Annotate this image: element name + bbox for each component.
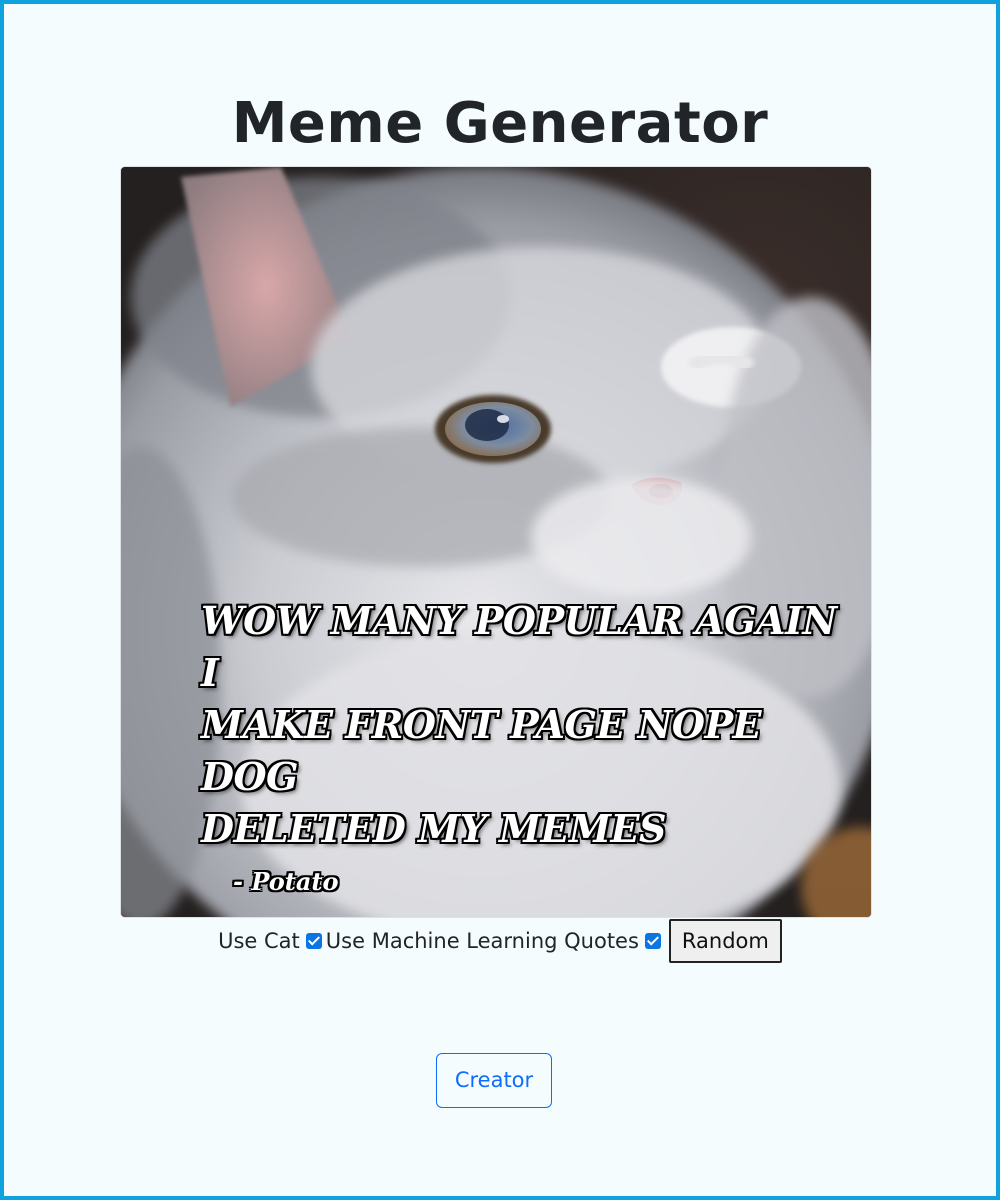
random-button[interactable]: Random: [668, 919, 782, 963]
use-cat-checkbox[interactable]: [305, 933, 322, 949]
use-ml-quotes-checkbox[interactable]: [644, 933, 661, 949]
quote-line-3: DELETED MY MEMES: [201, 806, 666, 851]
meme-controls: Use Cat Use Machine Learning Quotes Random: [4, 918, 996, 964]
meme-quote: WOW MANY POPULAR AGAIN I MAKE FRONT PAGE…: [201, 595, 841, 896]
use-cat-label: Use Cat: [218, 929, 300, 953]
quote-line-2: MAKE FRONT PAGE NOPE DOG: [201, 702, 761, 799]
creator-button[interactable]: Creator: [436, 1053, 552, 1108]
page-title: Meme Generator: [231, 91, 769, 156]
quote-line-1: WOW MANY POPULAR AGAIN I: [201, 598, 837, 695]
meme-image: WOW MANY POPULAR AGAIN I MAKE FRONT PAGE…: [120, 166, 872, 918]
quote-author: - Potato: [233, 867, 339, 896]
use-ml-quotes-label: Use Machine Learning Quotes: [325, 929, 639, 953]
